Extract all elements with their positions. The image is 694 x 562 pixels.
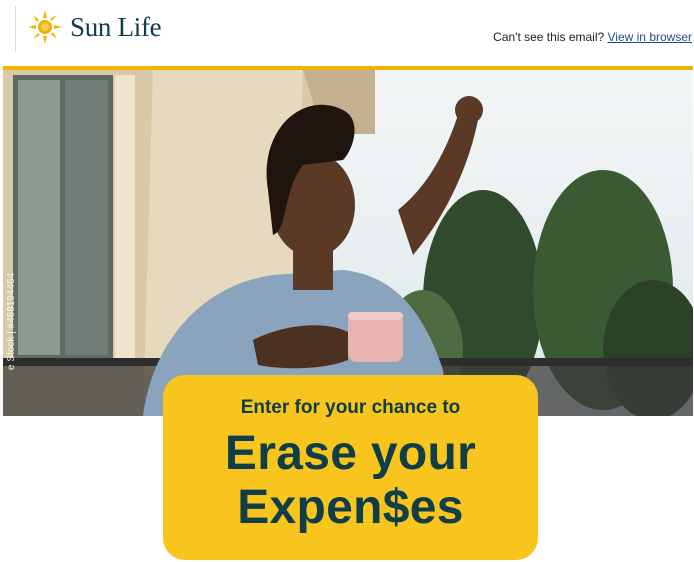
cant-see-email-text: Can't see this email? xyxy=(493,30,605,44)
promo-headline-line1: Erase your xyxy=(224,427,477,480)
brand-name: Sun Life xyxy=(70,11,162,42)
promo-headline-line2: Expen$es xyxy=(237,481,464,534)
view-in-browser-link[interactable]: View in browser xyxy=(608,30,692,44)
header-divider xyxy=(15,6,16,52)
promo-kicker: Enter for your chance to xyxy=(240,397,461,418)
hero-illustration xyxy=(3,70,693,416)
email-header: Sun Life Can't see this email? View in b… xyxy=(0,0,694,66)
sun-life-logo[interactable]: Sun Life xyxy=(27,7,162,47)
sun-logo-icon xyxy=(28,10,62,44)
hero-image: e Stock | #468194464 xyxy=(3,70,693,416)
stock-watermark: e Stock | #468194464 xyxy=(6,272,17,370)
header-links: Can't see this email? View in browser xyxy=(493,30,692,44)
promo-card[interactable]: Enter for your chance to Erase your Expe… xyxy=(163,375,538,560)
promo-headline: Erase your Expen$es xyxy=(163,427,538,535)
